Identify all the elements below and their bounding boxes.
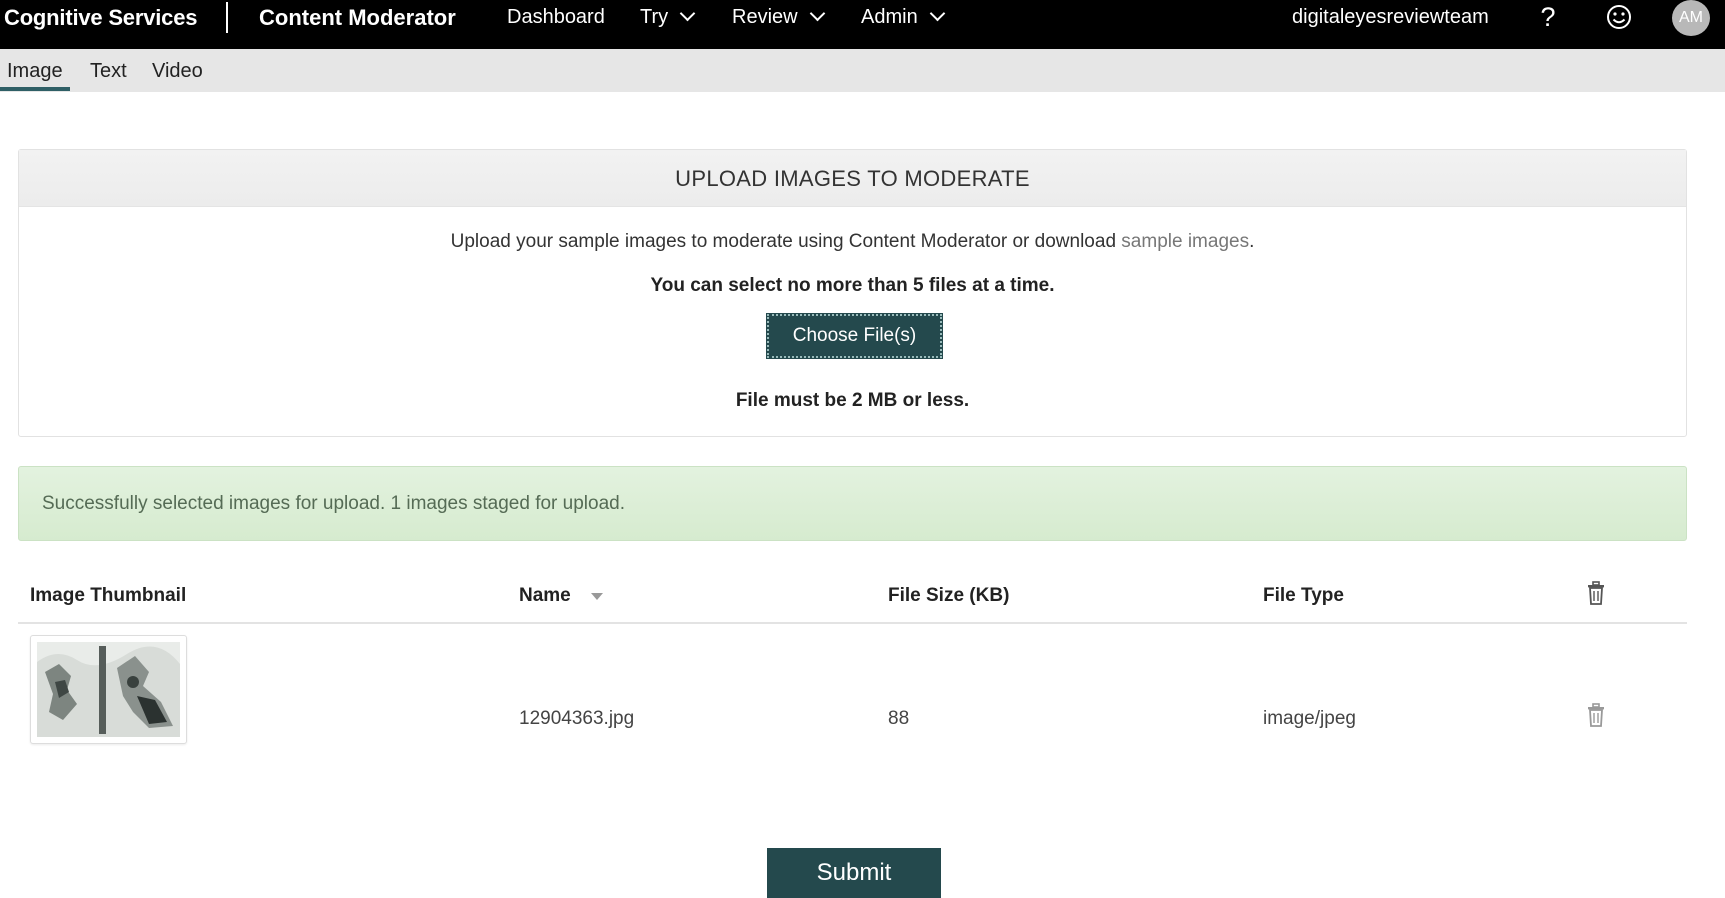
table-header-divider <box>18 622 1687 624</box>
tab-video[interactable]: Video <box>152 60 203 83</box>
column-header-name-label: Name <box>519 585 571 606</box>
upload-intro: Upload your sample images to moderate us… <box>19 231 1686 253</box>
nav-try-menu[interactable]: Try <box>640 0 696 35</box>
nav-review-label: Review <box>732 6 798 28</box>
nav-review-menu[interactable]: Review <box>732 0 825 35</box>
tab-image[interactable]: Image <box>7 60 63 83</box>
trash-icon[interactable] <box>1587 703 1605 727</box>
chevron-down-icon <box>929 5 945 22</box>
file-size: 88 <box>888 708 910 729</box>
nav-admin-label: Admin <box>861 6 918 28</box>
upload-intro-suffix: . <box>1249 231 1255 252</box>
nav-dashboard-label: Dashboard <box>507 6 605 28</box>
nav-dashboard[interactable]: Dashboard <box>507 0 605 35</box>
choose-files-button[interactable]: Choose File(s) <box>766 313 943 359</box>
column-header-name[interactable]: Name <box>519 585 603 607</box>
column-header-type: File Type <box>1263 585 1344 606</box>
brand-name[interactable]: Cognitive Services <box>4 0 197 35</box>
nav-admin-menu[interactable]: Admin <box>861 0 945 35</box>
avatar[interactable]: AM <box>1672 0 1710 36</box>
nav-try-label: Try <box>640 6 669 28</box>
file-size-note: File must be 2 MB or less. <box>735 390 970 411</box>
image-thumbnail[interactable] <box>30 635 187 744</box>
thumbnail-image <box>37 642 180 737</box>
submit-button[interactable]: Submit <box>767 848 941 898</box>
team-name[interactable]: digitaleyesreviewteam <box>1292 0 1489 35</box>
sort-desc-icon <box>590 593 603 600</box>
chevron-down-icon <box>679 5 696 22</box>
file-type: image/jpeg <box>1263 708 1356 729</box>
top-bar: Cognitive Services Content Moderator Das… <box>0 0 1725 49</box>
sub-nav: Image Text Video <box>0 49 1725 92</box>
help-icon[interactable]: ? <box>1537 0 1559 35</box>
tab-text[interactable]: Text <box>90 60 127 83</box>
smile-icon[interactable] <box>1606 4 1632 30</box>
brand-divider <box>226 2 228 33</box>
success-alert: Successfully selected images for upload.… <box>18 466 1687 541</box>
trash-icon[interactable] <box>1587 581 1605 605</box>
table-row: 12904363.jpg 88 image/jpeg <box>18 635 1687 745</box>
column-header-thumbnail: Image Thumbnail <box>30 585 187 606</box>
sample-images-link[interactable]: sample images <box>1121 231 1249 252</box>
success-alert-text: Successfully selected images for upload.… <box>42 493 625 514</box>
file-limit-note: You can select no more than 5 files at a… <box>650 275 1055 296</box>
upload-panel: UPLOAD IMAGES TO MODERATE Upload your sa… <box>18 149 1687 437</box>
file-name: 12904363.jpg <box>519 708 635 729</box>
upload-intro-text: Upload your sample images to moderate us… <box>450 231 1122 252</box>
active-tab-indicator <box>0 87 70 91</box>
panel-title: UPLOAD IMAGES TO MODERATE <box>19 150 1686 207</box>
product-name[interactable]: Content Moderator <box>259 0 456 35</box>
column-header-size: File Size (KB) <box>888 585 1010 606</box>
chevron-down-icon <box>809 5 825 22</box>
